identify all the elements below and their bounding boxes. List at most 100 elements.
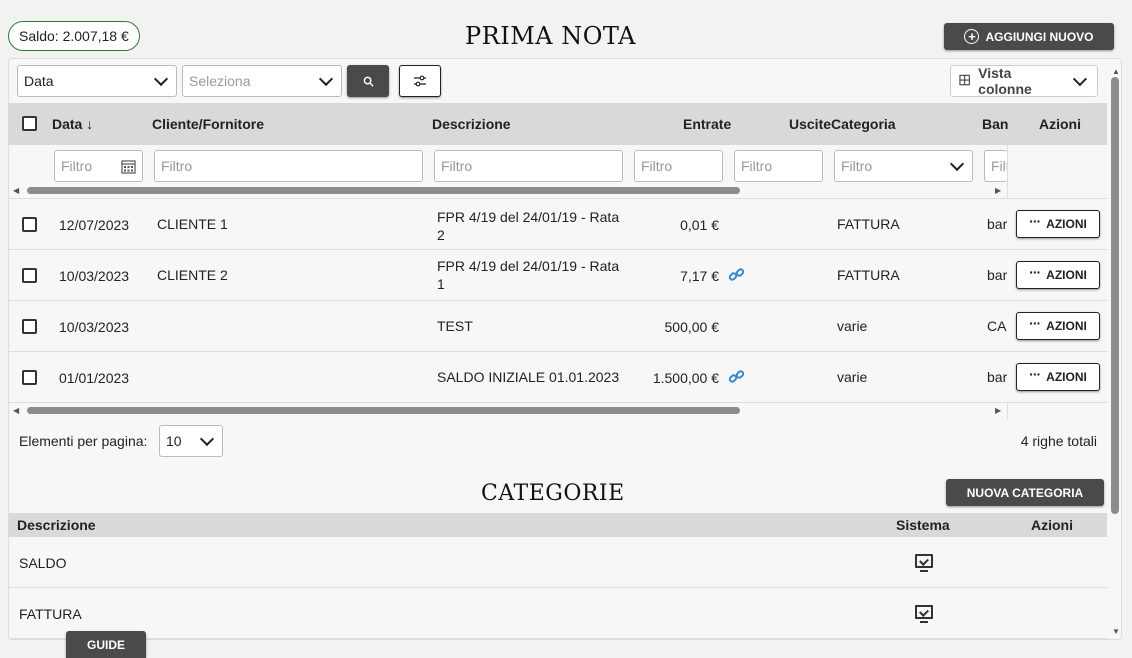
categoria-row[interactable]: SALDO — [9, 537, 1107, 588]
prima-nota-panel: Data Seleziona Vista colonne Data ↓ Clie… — [8, 58, 1122, 640]
row-actions-button[interactable]: ··· AZIONI — [1016, 312, 1100, 340]
monitor-check-icon — [915, 605, 933, 623]
row-actions-button[interactable]: ··· AZIONI — [1016, 363, 1100, 391]
row-banca: bar — [987, 216, 1007, 232]
scroll-down-arrow[interactable]: ▼ — [1112, 627, 1120, 636]
categorie-title: CATEGORIE — [481, 481, 625, 506]
scroll-left-arrow[interactable]: ◀ — [13, 406, 19, 415]
page-size-value: 10 — [166, 433, 182, 449]
uscite-filter-input[interactable]: Filtro — [734, 150, 823, 182]
banca-filter-input[interactable]: Filtro — [984, 150, 1007, 182]
entrate-filter-input[interactable]: Filtro — [634, 150, 723, 182]
row-categoria: varie — [837, 318, 868, 334]
column-banca[interactable]: Ban — [982, 116, 1008, 132]
horizontal-scrollbar[interactable] — [27, 187, 740, 194]
categoria-row[interactable]: FATTURA — [9, 588, 1107, 639]
column-entrate[interactable]: Entrate — [683, 116, 731, 132]
descrizione-filter-input[interactable]: Filtro — [434, 150, 623, 182]
row-cliente: CLIENTE 1 — [157, 216, 228, 232]
column-uscite[interactable]: Uscite — [789, 116, 831, 132]
select-all-checkbox[interactable] — [22, 116, 37, 131]
new-category-button[interactable]: NUOVA CATEGORIA — [946, 479, 1104, 506]
chevron-down-icon — [949, 156, 965, 171]
add-new-label: AGGIUNGI NUOVO — [985, 29, 1094, 44]
row-checkbox[interactable] — [22, 268, 37, 283]
date-filter-input[interactable]: Filtro — [54, 150, 143, 182]
categoria-descrizione: FATTURA — [19, 606, 82, 622]
row-entrate: 1.500,00 € — [652, 370, 719, 386]
link-icon[interactable] — [728, 266, 745, 283]
scroll-left-arrow[interactable]: ◀ — [13, 186, 19, 195]
row-date: 01/01/2023 — [59, 370, 130, 386]
row-checkbox[interactable] — [22, 319, 37, 334]
calendar-icon[interactable] — [121, 159, 136, 174]
sort-down-icon: ↓ — [86, 116, 94, 132]
column-descrizione[interactable]: Descrizione — [432, 116, 511, 132]
row-date: 12/07/2023 — [59, 217, 130, 233]
row-categoria: varie — [837, 369, 868, 385]
row-entrate: 500,00 € — [664, 319, 720, 335]
page-size-select[interactable]: 10 — [159, 425, 223, 457]
guide-tab[interactable]: GUIDE — [66, 631, 146, 658]
vertical-scrollbar[interactable] — [1111, 77, 1119, 514]
categorie-column-azioni: Azioni — [1031, 517, 1073, 533]
scroll-right-arrow[interactable]: ▶ — [995, 186, 1001, 195]
search-button[interactable] — [347, 65, 389, 97]
search-icon — [363, 76, 374, 87]
value-select[interactable]: Seleziona — [182, 65, 342, 97]
categoria-filter-select[interactable]: Filtro — [834, 150, 973, 182]
monitor-check-icon — [915, 554, 933, 572]
row-actions-button[interactable]: ··· AZIONI — [1016, 210, 1100, 238]
cliente-filter-input[interactable]: Filtro — [154, 150, 423, 182]
scroll-right-arrow[interactable]: ▶ — [995, 406, 1001, 415]
add-new-button[interactable]: + AGGIUNGI NUOVO — [944, 23, 1114, 50]
categoria-descrizione: SALDO — [19, 555, 67, 571]
row-checkbox[interactable] — [22, 370, 37, 385]
table-row[interactable]: 12/07/2023 CLIENTE 1 FPR 4/19 del 24/01/… — [9, 199, 1107, 250]
row-checkbox[interactable] — [22, 217, 37, 232]
horizontal-scrollbar[interactable] — [27, 407, 740, 414]
value-select-placeholder: Seleziona — [189, 73, 251, 89]
chevron-down-icon — [1073, 71, 1088, 86]
row-date: 10/03/2023 — [59, 268, 130, 284]
categorie-column-sistema[interactable]: Sistema — [896, 517, 950, 533]
categorie-header: Descrizione Sistema Azioni — [9, 513, 1107, 537]
column-categoria[interactable]: Categoria — [831, 116, 896, 132]
scroll-up-arrow[interactable]: ▲ — [1112, 67, 1120, 76]
page-title: PRIMA NOTA — [465, 22, 636, 50]
ellipsis-icon: ··· — [1029, 264, 1041, 280]
table-scroll-area: ◀ ▶ — [9, 403, 1107, 419]
table-row[interactable]: 10/03/2023 CLIENTE 2 FPR 4/19 del 24/01/… — [9, 250, 1107, 301]
categorie-column-descrizione[interactable]: Descrizione — [17, 517, 96, 533]
row-date: 10/03/2023 — [59, 319, 130, 335]
link-icon[interactable] — [728, 368, 745, 385]
row-cliente: CLIENTE 2 — [157, 267, 228, 283]
field-select[interactable]: Data — [17, 65, 177, 97]
table-body: 12/07/2023 CLIENTE 1 FPR 4/19 del 24/01/… — [9, 199, 1107, 403]
page-size-label: Elementi per pagina: — [19, 433, 148, 449]
row-actions-button[interactable]: ··· AZIONI — [1016, 261, 1100, 289]
row-descrizione: FPR 4/19 del 24/01/19 - Rata 1 — [437, 258, 620, 292]
row-categoria: FATTURA — [837, 267, 900, 283]
sliders-icon — [414, 75, 426, 87]
chevron-down-icon — [318, 71, 334, 86]
table-row[interactable]: 10/03/2023 TEST 500,00 € varie CA ··· AZI… — [9, 301, 1107, 352]
view-columns-button[interactable]: Vista colonne — [950, 65, 1098, 97]
row-banca: bar — [987, 369, 1007, 385]
row-entrate: 0,01 € — [680, 217, 719, 233]
chevron-down-icon — [153, 71, 169, 86]
ellipsis-icon: ··· — [1029, 315, 1041, 331]
chevron-down-icon — [199, 431, 215, 446]
table-row[interactable]: 01/01/2023 SALDO INIZIALE 01.01.2023 1.5… — [9, 352, 1107, 403]
ellipsis-icon: ··· — [1029, 213, 1041, 229]
column-azioni: Azioni — [1039, 116, 1081, 132]
column-cliente-fornitore[interactable]: Cliente/Fornitore — [152, 116, 264, 132]
saldo-badge: Saldo: 2.007,18 € — [8, 21, 140, 51]
filter-row: Filtro Filtro Filtro Filtro Filtro Filtr… — [9, 145, 1107, 199]
total-rows: 4 righe totali — [1020, 433, 1097, 449]
column-data[interactable]: Data ↓ — [52, 116, 93, 132]
filter-settings-button[interactable] — [399, 65, 441, 97]
row-banca: CA — [987, 318, 1007, 334]
row-descrizione: SALDO INIZIALE 01.01.2023 — [437, 369, 620, 385]
field-select-value: Data — [24, 73, 54, 89]
